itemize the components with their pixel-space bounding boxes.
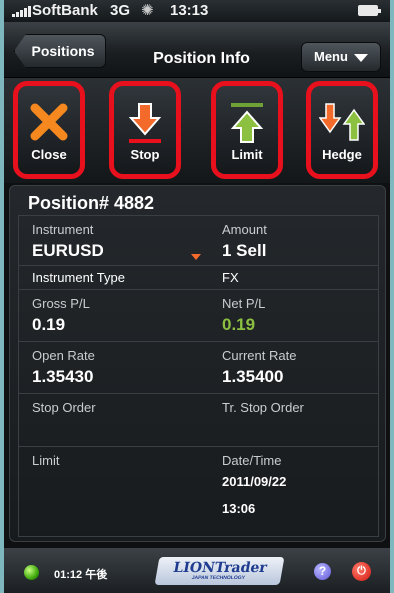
action-toolbar: Close Stop Limit Hedge [4, 78, 390, 183]
dropdown-arrow-icon[interactable] [191, 254, 201, 260]
open-rate-label: Open Rate [32, 348, 95, 363]
close-button-label: Close [31, 147, 67, 162]
close-x-icon [18, 102, 80, 142]
carrier-name: SoftBank [32, 2, 98, 19]
limit-button-label: Limit [231, 147, 263, 162]
instrument-value: EURUSD [32, 241, 104, 260]
amount-label: Amount [222, 222, 267, 237]
network-type: 3G [110, 2, 131, 19]
menu-button-label: Menu [314, 49, 348, 64]
arrow-down-icon [114, 102, 176, 146]
current-rate-value: 1.35400 [222, 367, 284, 386]
liontrader-logo: LIONTrader JAPAN TECHNOLOGY [154, 557, 285, 585]
close-button[interactable]: Close [13, 81, 85, 179]
tr-stop-order-label: Tr. Stop Order [222, 400, 304, 415]
hedge-arrows-icon [311, 102, 373, 142]
limit-button[interactable]: Limit [211, 81, 283, 179]
page-title: Position Info [153, 50, 250, 67]
bottom-clock: 01:12 午後 [54, 569, 108, 581]
help-icon[interactable]: ? [314, 563, 331, 580]
stop-order-row[interactable]: Stop Order Tr. Stop Order [19, 394, 378, 447]
logo-text: LIONTrader [171, 560, 269, 576]
rate-row: Open Rate 1.35430 Current Rate 1.35400 [19, 342, 378, 394]
navigation-bar: Positions Position Info Menu [4, 22, 390, 78]
hedge-button[interactable]: Hedge [306, 81, 378, 179]
datetime-label: Date/Time [222, 453, 282, 468]
net-pl-value: 0.19 [222, 315, 256, 334]
instrument-type-row: Instrument Type FX [19, 266, 378, 290]
stop-order-label: Stop Order [32, 400, 96, 415]
battery-icon [358, 5, 381, 16]
instrument-label: Instrument [32, 222, 94, 237]
gross-pl-label: Gross P/L [32, 296, 90, 311]
position-details-table: Instrument EURUSD Amount 1 Sell Instrume… [18, 215, 379, 537]
bottom-bar: 01:12 午後 LIONTrader JAPAN TECHNOLOGY ? ⏻ [4, 548, 390, 593]
gross-pl-value: 0.19 [32, 315, 66, 334]
logo-subtext: JAPAN TECHNOLOGY [191, 575, 246, 581]
amount-value: 1 Sell [222, 241, 267, 260]
net-pl-label: Net P/L [222, 296, 266, 311]
limit-datetime-row: Limit Date/Time 2011/09/22 13:06 [19, 447, 378, 538]
pl-row: Gross P/L 0.19 Net P/L 0.19 [19, 290, 378, 342]
status-bar: SoftBank 3G ✺ 13:13 [4, 0, 390, 22]
phone-screen: SoftBank 3G ✺ 13:13 Positions Position I… [4, 0, 390, 593]
power-icon[interactable]: ⏻ [352, 562, 371, 581]
date-value: 2011/09/22 [222, 474, 287, 489]
connection-status-icon [24, 565, 39, 580]
open-rate-value: 1.35430 [32, 367, 94, 386]
instrument-row[interactable]: Instrument EURUSD Amount 1 Sell [19, 216, 378, 266]
spinner-icon: ✺ [141, 2, 154, 19]
time-value: 13:06 [222, 501, 256, 516]
stop-button-label: Stop [130, 147, 160, 162]
arrow-up-icon [216, 102, 278, 146]
position-title: Position# 4882 [28, 193, 155, 213]
stop-button[interactable]: Stop [109, 81, 181, 179]
menu-button[interactable]: Menu [301, 42, 381, 72]
instrument-type-label: Instrument Type [32, 270, 125, 285]
current-rate-label: Current Rate [222, 348, 297, 363]
status-time: 13:13 [170, 2, 209, 19]
back-positions-button[interactable]: Positions [14, 34, 106, 68]
chevron-down-icon [354, 54, 368, 62]
limit-label: Limit [32, 453, 60, 468]
signal-bars-icon [12, 6, 31, 17]
hedge-button-label: Hedge [322, 147, 362, 162]
instrument-type-value: FX [222, 270, 239, 285]
